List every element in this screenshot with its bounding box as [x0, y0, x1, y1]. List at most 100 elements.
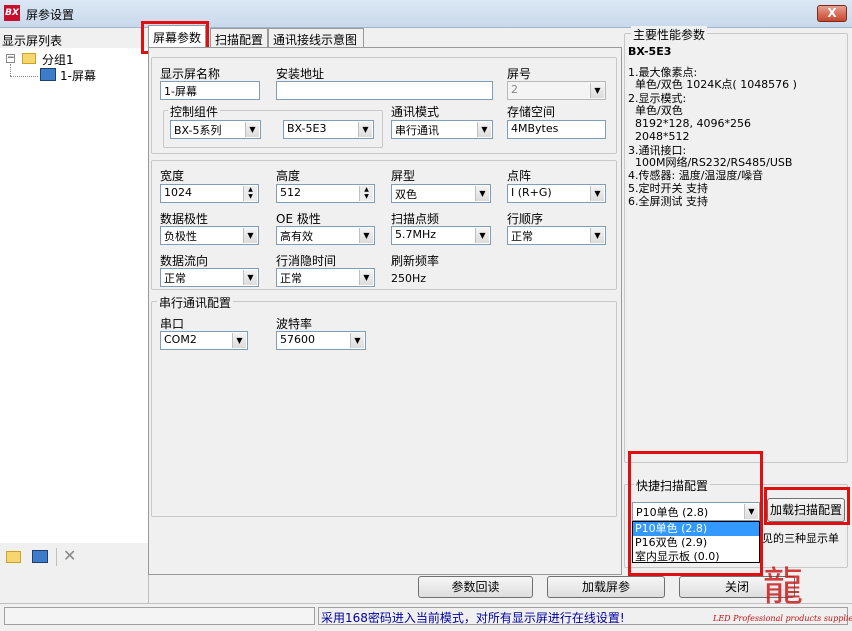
tree-label: 显示屏列表 [2, 34, 63, 48]
baud-select[interactable]: 57600 ▼ [276, 331, 366, 350]
watermark-text: LED Professional products suppliers [713, 614, 852, 623]
window-title: 屏参设置 [26, 8, 75, 22]
quick-scan-hint: 见的三种显示单 [762, 532, 839, 545]
app-icon: BX [4, 5, 20, 21]
delete-icon[interactable]: ✕ [63, 546, 76, 565]
spec-line: 单色/双色 1024K点( 1048576 ) [628, 78, 797, 91]
chevron-down-icon: ▼ [350, 333, 364, 348]
chevron-down-icon: ▼ [744, 504, 758, 519]
height-value: 512 [280, 186, 301, 199]
chevron-down-icon: ▼ [358, 122, 372, 137]
polarity-value: 负极性 [164, 230, 197, 243]
flow-label: 数据流向 [160, 254, 209, 268]
chevron-down-icon: ▼ [475, 228, 489, 243]
add-group-icon[interactable] [6, 551, 21, 563]
tab-screen-params[interactable]: 屏幕参数 [148, 25, 206, 48]
name-field[interactable]: 1-屏幕 [160, 81, 260, 100]
comm-mode-select[interactable]: 串行通讯 ▼ [391, 120, 493, 139]
status-panel [4, 607, 315, 625]
quick-scan-value: P10单色 (2.8) [636, 506, 709, 519]
blank-select[interactable]: 正常 ▼ [276, 268, 375, 287]
model-select[interactable]: BX-5E3 ▼ [283, 120, 374, 139]
load-scan-config-button[interactable]: 加载扫描配置 [767, 498, 845, 522]
screen-tree: − 分组1 1-屏幕 [0, 48, 148, 543]
collapse-icon[interactable]: − [6, 54, 15, 63]
status-message: 采用168密码进入当前模式，对所有显示屏进行在线设置! [321, 611, 625, 625]
comm-mode-label: 通讯模式 [391, 105, 440, 119]
control-group-label: 控制组件 [168, 103, 221, 120]
baud-label: 波特率 [276, 317, 313, 331]
option-indoor[interactable]: 室内显示板 (0.0) [633, 550, 759, 564]
flow-value: 正常 [164, 272, 186, 285]
spinner-icon[interactable]: ▲ ▼ [243, 186, 257, 201]
chevron-down-icon: ▼ [590, 228, 604, 243]
close-window-button[interactable]: X [817, 5, 847, 22]
tab-scan-config[interactable]: 扫描配置 [210, 28, 268, 48]
spec-line: 4.传感器: 温度/温湿度/噪音 [628, 169, 764, 182]
storage-field[interactable]: 4MBytes [507, 120, 606, 139]
series-value: BX-5系列 [174, 124, 222, 137]
blank-label: 行消隐时间 [276, 254, 337, 268]
tree-group-node[interactable]: 分组1 [42, 51, 74, 68]
tree-line [10, 64, 11, 76]
spec-line: 单色/双色 [628, 104, 683, 117]
chevron-down-icon: ▼ [475, 186, 489, 201]
row-order-select[interactable]: 正常 ▼ [507, 226, 606, 245]
refresh-value: 250Hz [391, 272, 427, 285]
port-select[interactable]: COM2 ▼ [160, 331, 248, 350]
tab-wiring-diagram[interactable]: 通讯接线示意图 [268, 28, 364, 48]
spinner-icon[interactable]: ▲ ▼ [359, 186, 373, 201]
dragon-logo-icon: 龍 [763, 564, 803, 610]
title-bar [0, 0, 852, 28]
address-field[interactable] [276, 81, 493, 100]
width-label: 宽度 [160, 169, 185, 183]
option-p16[interactable]: P16双色 (2.9) [633, 536, 759, 550]
load-params-button[interactable]: 加载屏参 [547, 576, 665, 598]
model-value: BX-5E3 [287, 122, 327, 135]
width-stepper[interactable]: 1024 ▲ ▼ [160, 184, 259, 203]
monitor-icon [40, 68, 56, 81]
refresh-label: 刷新频率 [391, 254, 440, 268]
folder-icon [22, 53, 36, 64]
screen-no-label: 屏号 [507, 67, 532, 81]
quick-scan-options: P10单色 (2.8) P16双色 (2.9) 室内显示板 (0.0) [632, 521, 760, 563]
chevron-down-icon: ▼ [232, 333, 246, 348]
polarity-select[interactable]: 负极性 ▼ [160, 226, 259, 245]
oe-value: 高有效 [280, 230, 313, 243]
spec-line: 100M网络/RS232/RS485/USB [628, 156, 793, 169]
chevron-down-icon: ▼ [243, 228, 257, 243]
spec-line: 8192*128, 4096*256 [628, 117, 751, 130]
option-p10[interactable]: P10单色 (2.8) [633, 522, 759, 536]
oe-select[interactable]: 高有效 ▼ [276, 226, 375, 245]
screen-no-select: 2 ▼ [507, 81, 606, 100]
polarity-label: 数据极性 [160, 212, 209, 226]
chevron-down-icon: ▼ [245, 122, 259, 137]
port-value: COM2 [164, 333, 197, 346]
flow-select[interactable]: 正常 ▼ [160, 268, 259, 287]
chevron-down-icon: ▼ [590, 83, 604, 98]
row-order-label: 行顺序 [507, 212, 544, 226]
quick-scan-select[interactable]: P10单色 (2.8) ▼ [632, 502, 760, 521]
matrix-select[interactable]: I (R+G) ▼ [507, 184, 606, 203]
chevron-down-icon: ▼ [590, 186, 604, 201]
matrix-value: I (R+G) [511, 186, 552, 199]
spec-line: 5.定时开关 支持 [628, 182, 708, 195]
matrix-label: 点阵 [507, 169, 532, 183]
chevron-down-icon: ▼ [477, 122, 491, 137]
height-label: 高度 [276, 169, 301, 183]
quick-scan-title: 快捷扫描配置 [634, 477, 711, 494]
tree-screen-node[interactable]: 1-屏幕 [60, 67, 96, 84]
type-select[interactable]: 双色 ▼ [391, 184, 491, 203]
chevron-down-icon: ▼ [243, 270, 257, 285]
width-value: 1024 [164, 186, 192, 199]
serial-title: 串行通讯配置 [157, 294, 234, 311]
series-select[interactable]: BX-5系列 ▼ [170, 120, 261, 139]
height-stepper[interactable]: 512 ▲ ▼ [276, 184, 375, 203]
scan-freq-select[interactable]: 5.7MHz ▼ [391, 226, 491, 245]
baud-value: 57600 [280, 333, 315, 346]
storage-label: 存储空间 [507, 105, 556, 119]
add-screen-icon[interactable] [32, 550, 48, 563]
readback-button[interactable]: 参数回读 [418, 576, 533, 598]
spec-line: 2048*512 [628, 130, 690, 143]
chevron-down-icon: ▼ [359, 228, 373, 243]
